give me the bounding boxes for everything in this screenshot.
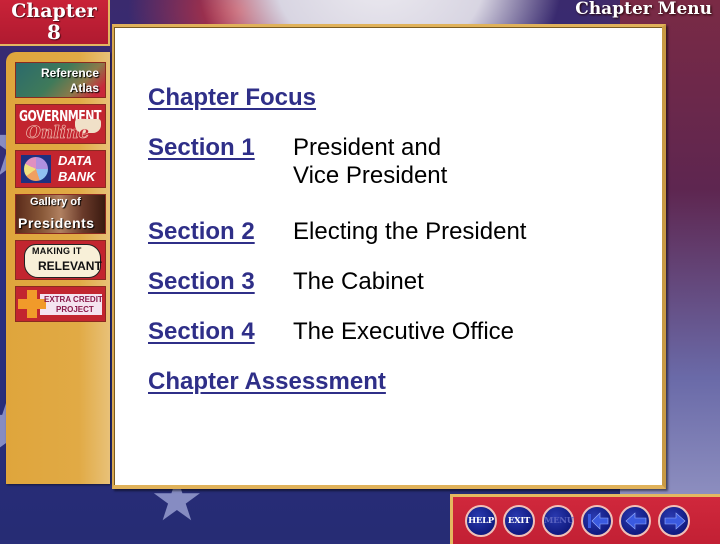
section-3-link[interactable]: Section 3 (148, 268, 255, 295)
chapter-focus-link[interactable]: Chapter Focus (148, 84, 316, 111)
chapter-label: Chapter (11, 0, 97, 22)
back-button[interactable] (619, 505, 651, 537)
sidebar-item-label: PROJECT (56, 305, 94, 314)
section-3-title: The Cabinet (293, 268, 424, 295)
section-2-link[interactable]: Section 2 (148, 218, 255, 245)
back-arrow-icon (625, 512, 647, 530)
chapter-assessment-link[interactable]: Chapter Assessment (148, 368, 386, 395)
first-page-arrow-icon (588, 512, 609, 530)
toc-row-chapter-assessment: Chapter Assessment (148, 368, 386, 396)
first-page-button[interactable] (581, 505, 613, 537)
menu-button[interactable]: MENU (542, 505, 574, 537)
toc-row-section-1: Section 1 President and Vice President (148, 134, 447, 189)
sidebar-item-label: Gallery of (30, 196, 81, 208)
sidebar-item-label: Presidents (18, 215, 95, 231)
help-button[interactable]: HELP (465, 505, 497, 537)
pie-chart-icon (21, 155, 51, 183)
toc-row-chapter-focus: Chapter Focus (148, 84, 316, 112)
sidebar-item-data-bank[interactable]: DATA BANK (15, 150, 106, 188)
chapter-number: 8 (47, 20, 61, 44)
sidebar-item-label: DATA (58, 153, 93, 168)
toc-row-section-2: Section 2 Electing the President (148, 218, 526, 246)
navigation-bar: HELP EXIT MENU (450, 494, 720, 544)
forward-arrow-icon (664, 512, 686, 530)
sidebar-item-label: MAKING IT (32, 246, 82, 256)
section-2-title: Electing the President (293, 218, 527, 245)
chapter-menu-title[interactable]: Chapter Menu (575, 0, 712, 20)
section-4-title: The Executive Office (293, 318, 514, 345)
sidebar-item-extra-credit-project[interactable]: EXTRA CREDIT PROJECT (15, 286, 106, 322)
section-1-title: President and (293, 134, 442, 161)
sidebar-item-gallery-of-presidents[interactable]: Gallery of Presidents (15, 194, 106, 234)
toc-row-section-4: Section 4 The Executive Office (148, 318, 514, 346)
toc-row-section-3: Section 3 The Cabinet (148, 268, 424, 296)
sidebar-item-making-it-relevant[interactable]: MAKING IT RELEVANT (15, 240, 106, 280)
sidebar-item-label: Atlas (69, 81, 99, 95)
section-4-link[interactable]: Section 4 (148, 318, 255, 345)
sidebar-item-label: Online (26, 123, 90, 143)
section-1-title-line2: Vice President (293, 162, 448, 189)
sidebar-item-reference-atlas[interactable]: Reference Atlas (15, 62, 106, 98)
chapter-badge: Chapter 8 (0, 0, 110, 46)
exit-button[interactable]: EXIT (503, 505, 535, 537)
plus-icon (18, 299, 46, 309)
sidebar-item-government-online[interactable]: GOVERNMENT Online (15, 104, 106, 144)
sidebar-item-label: Reference (40, 66, 99, 80)
forward-button[interactable] (658, 505, 690, 537)
sidebar-item-label: RELEVANT (38, 259, 102, 273)
sidebar-item-label: EXTRA CREDIT (44, 295, 103, 304)
sidebar-item-label: BANK (58, 169, 96, 184)
sidebar: Reference Atlas GOVERNMENT Online DATA B… (6, 52, 110, 484)
section-1-link[interactable]: Section 1 (148, 134, 255, 161)
